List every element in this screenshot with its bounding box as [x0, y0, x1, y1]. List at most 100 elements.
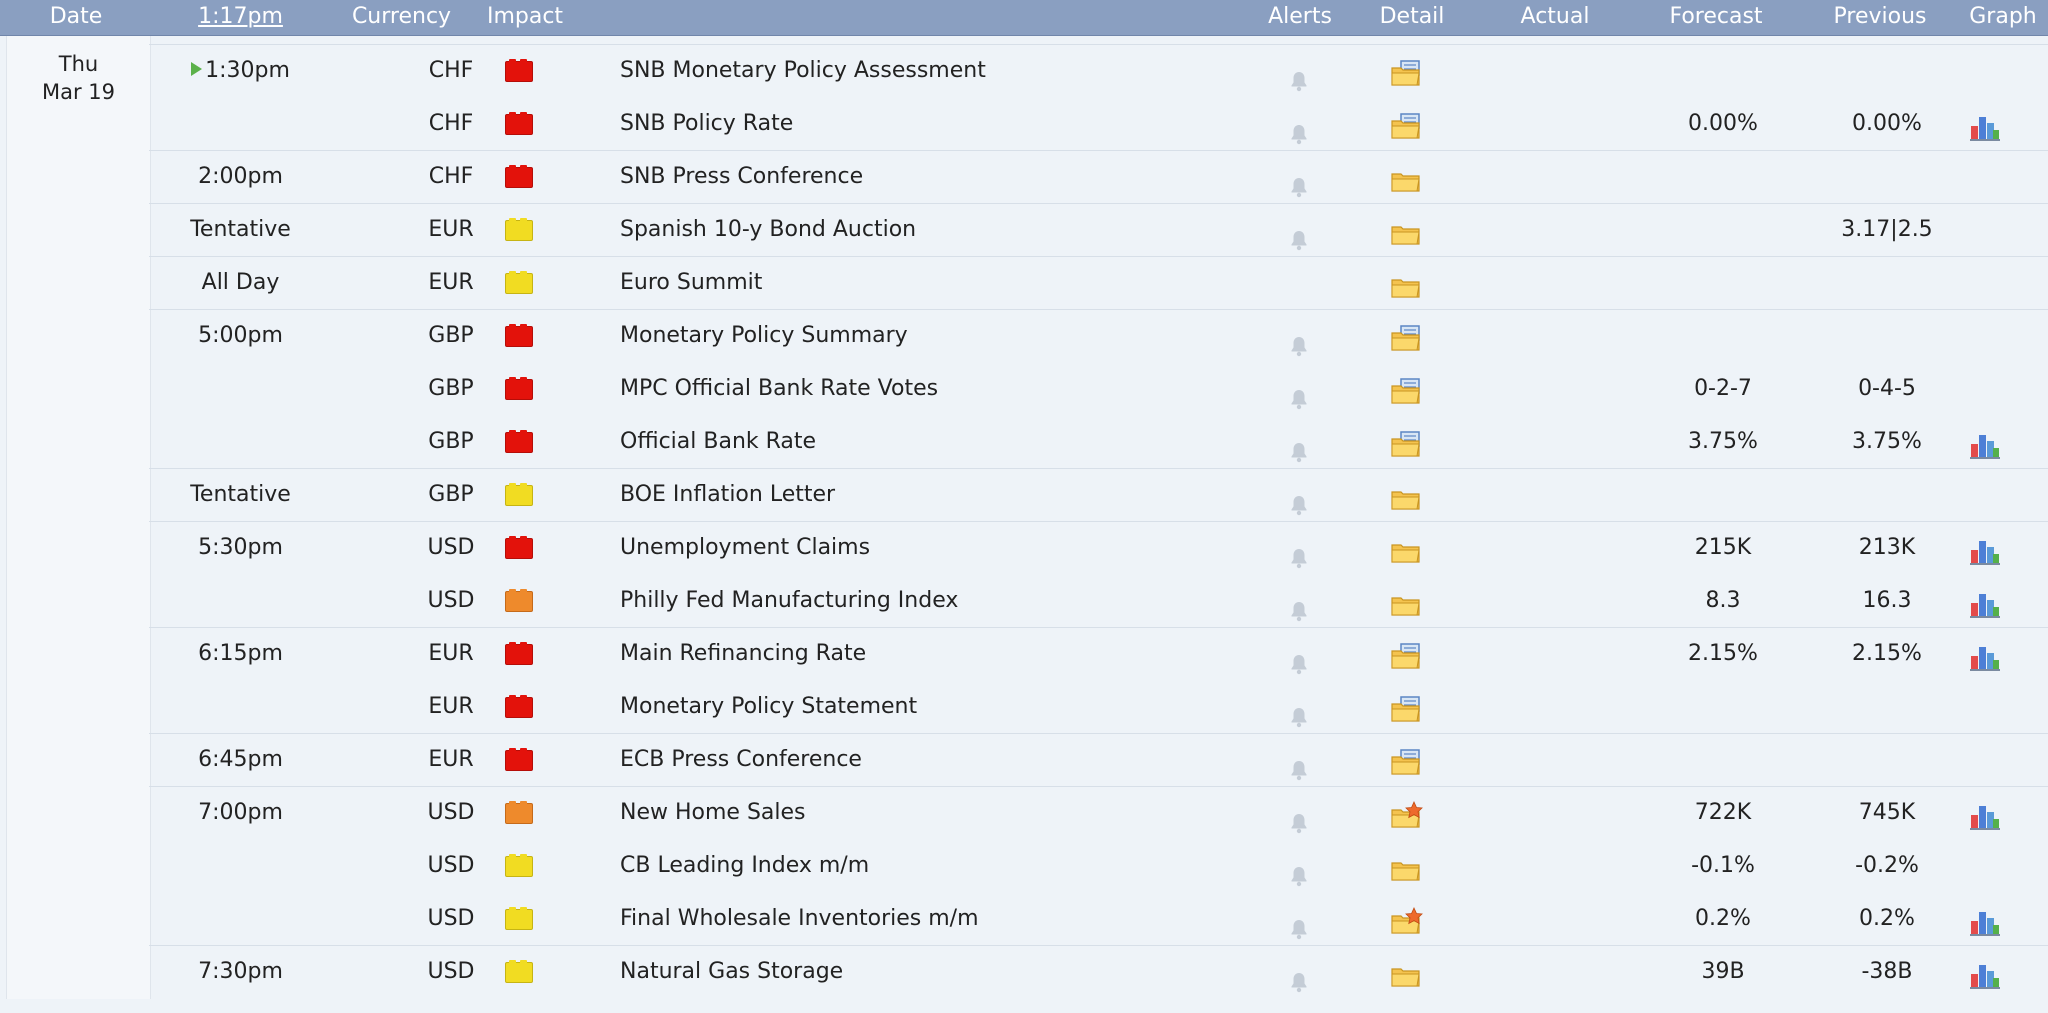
event-row[interactable]: 2:00pm CHF SNB Press Conference [149, 150, 2048, 203]
event-time: Tentative [149, 203, 332, 256]
event-row[interactable]: CHF SNB Policy Rate 0.00% 0.00% [149, 97, 2048, 150]
impact-high-icon[interactable] [505, 430, 533, 453]
event-time: Tentative [149, 468, 332, 521]
event-time: 2:00pm [149, 150, 332, 203]
event-title[interactable]: Official Bank Rate [620, 415, 1380, 468]
detail-cell [1389, 574, 1439, 627]
forecast-value: -0.1% [1691, 853, 1755, 878]
graph-cell [1969, 733, 2019, 786]
event-currency: CHF [428, 111, 474, 136]
event-row[interactable]: USD Philly Fed Manufacturing Index 8.3 16.3 [149, 574, 2048, 627]
event-title[interactable]: Unemployment Claims [620, 521, 1380, 574]
header-forecast: Forecast [1669, 4, 1763, 29]
event-row[interactable]: Tentative EUR Spanish 10-y Bond Auction 3.1… [149, 203, 2048, 256]
event-time-label: 5:00pm [198, 323, 283, 348]
impact-high-icon[interactable] [505, 165, 533, 188]
event-title[interactable]: Monetary Policy Summary [620, 309, 1380, 362]
alert-cell [1277, 415, 1323, 468]
alert-cell [1277, 574, 1323, 627]
previous-value [1831, 309, 1943, 362]
graph-cell [1969, 362, 2019, 415]
header-current-time[interactable]: 1:17pm [149, 0, 332, 35]
event-title[interactable]: SNB Press Conference [620, 150, 1380, 203]
event-row[interactable]: EUR Monetary Policy Statement [149, 680, 2048, 733]
event-currency: EUR [428, 641, 474, 666]
event-row[interactable]: All Day EUR Euro Summit [149, 256, 2048, 309]
impact-high-icon[interactable] [505, 377, 533, 400]
event-time-label: All Day [201, 270, 280, 295]
impact-cell [505, 150, 537, 203]
event-row[interactable]: 5:30pm USD Unemployment Claims 215K 213K [149, 521, 2048, 574]
impact-medium-icon[interactable] [505, 801, 533, 824]
event-row[interactable]: USD Final Wholesale Inventories m/m 0.2% 0.… [149, 892, 2048, 945]
event-title[interactable]: Spanish 10-y Bond Auction [620, 203, 1380, 256]
forecast-value: 215K [1694, 535, 1752, 560]
detail-cell [1389, 362, 1439, 415]
impact-low-icon[interactable] [505, 218, 533, 241]
event-row[interactable]: 5:00pm GBP Monetary Policy Summary [149, 309, 2048, 362]
current-time-indicator-icon [191, 62, 203, 76]
bell-icon[interactable] [1289, 960, 1309, 1013]
alert-cell [1277, 362, 1323, 415]
event-row[interactable]: GBP MPC Official Bank Rate Votes 0-2-7 0-4-… [149, 362, 2048, 415]
impact-cell [505, 945, 537, 998]
event-row[interactable]: Tentative GBP BOE Inflation Letter [149, 468, 2048, 521]
impact-low-icon[interactable] [505, 854, 533, 877]
event-title[interactable]: Philly Fed Manufacturing Index [620, 574, 1380, 627]
event-title[interactable]: Euro Summit [620, 256, 1380, 309]
event-row[interactable]: USD CB Leading Index m/m -0.1% -0.2% [149, 839, 2048, 892]
event-row[interactable]: 6:45pm EUR ECB Press Conference [149, 733, 2048, 786]
detail-cell [1389, 733, 1439, 786]
event-row[interactable]: GBP Official Bank Rate 3.75% 3.75% [149, 415, 2048, 468]
event-time-label: 6:45pm [198, 747, 283, 772]
event-title[interactable]: CB Leading Index m/m [620, 839, 1380, 892]
event-title[interactable]: Monetary Policy Statement [620, 680, 1380, 733]
impact-low-icon[interactable] [505, 960, 533, 983]
impact-medium-icon[interactable] [505, 589, 533, 612]
detail-cell [1389, 521, 1439, 574]
impact-cell [505, 309, 537, 362]
previous-value: 0.00% [1852, 111, 1922, 136]
impact-high-icon[interactable] [505, 112, 533, 135]
event-title[interactable]: SNB Monetary Policy Assessment [620, 44, 1380, 97]
impact-high-icon[interactable] [505, 748, 533, 771]
forecast-value [1667, 309, 1779, 362]
previous-value: -38B [1861, 959, 1913, 984]
impact-high-icon[interactable] [505, 536, 533, 559]
event-row[interactable]: 6:15pm EUR Main Refinancing Rate 2.15% 2.15% [149, 627, 2048, 680]
event-title[interactable]: BOE Inflation Letter [620, 468, 1380, 521]
folder-icon[interactable] [1389, 957, 1423, 1010]
event-title[interactable]: Main Refinancing Rate [620, 627, 1380, 680]
impact-high-icon[interactable] [505, 324, 533, 347]
forecast-value [1667, 680, 1779, 733]
event-row[interactable]: 1:30pm CHF SNB Monetary Policy Assessment [149, 44, 2048, 97]
event-currency: USD [427, 800, 475, 825]
event-currency: CHF [428, 58, 474, 83]
event-time [149, 574, 332, 627]
alert-cell [1277, 256, 1323, 309]
event-title[interactable]: Natural Gas Storage [620, 945, 1380, 998]
impact-cell [505, 839, 537, 892]
graph-cell [1969, 309, 2019, 362]
impact-low-icon[interactable] [505, 483, 533, 506]
event-row[interactable]: 7:00pm USD New Home Sales 722K 745K [149, 786, 2048, 839]
impact-high-icon[interactable] [505, 59, 533, 82]
bar-chart-icon[interactable] [1969, 957, 2001, 1010]
event-title[interactable]: MPC Official Bank Rate Votes [620, 362, 1380, 415]
event-row[interactable]: 7:30pm USD Natural Gas Storage 39B -38B [149, 945, 2048, 998]
impact-high-icon[interactable] [505, 695, 533, 718]
detail-cell [1389, 945, 1439, 998]
previous-value: 16.3 [1862, 588, 1912, 613]
impact-high-icon[interactable] [505, 642, 533, 665]
impact-low-icon[interactable] [505, 271, 533, 294]
event-title[interactable]: New Home Sales [620, 786, 1380, 839]
alert-cell [1277, 203, 1323, 256]
forecast-value [1667, 468, 1779, 521]
event-title[interactable]: ECB Press Conference [620, 733, 1380, 786]
impact-low-icon[interactable] [505, 907, 533, 930]
alert-cell [1277, 733, 1323, 786]
day-weekday: Thu [58, 52, 99, 76]
event-title[interactable]: Final Wholesale Inventories m/m [620, 892, 1380, 945]
event-title[interactable]: SNB Policy Rate [620, 97, 1380, 150]
forecast-value [1667, 203, 1779, 256]
